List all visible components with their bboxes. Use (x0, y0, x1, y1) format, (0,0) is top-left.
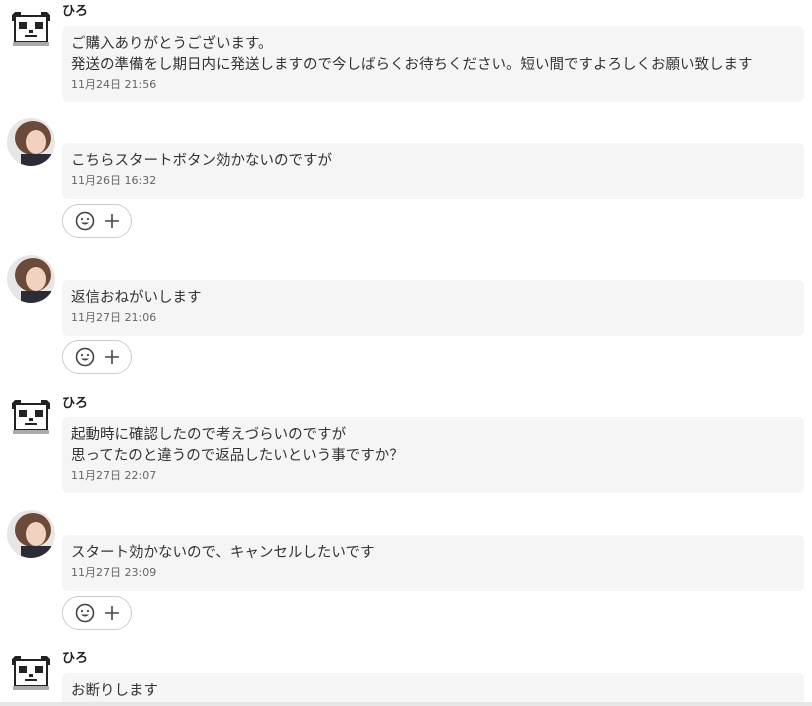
message-bubble: 返信おねがいします 11月27日 21:06 (62, 280, 804, 336)
user-photo-avatar[interactable] (7, 510, 55, 558)
reaction-bar (62, 340, 132, 374)
message-timestamp: 11月27日 21:06 (71, 311, 157, 324)
message-text: スタート効かないので、キャンセルしたいです (71, 545, 375, 561)
smile-icon[interactable] (75, 347, 95, 367)
panda-avatar-icon[interactable] (7, 6, 55, 54)
plus-icon[interactable] (104, 349, 120, 365)
plus-icon[interactable] (104, 213, 120, 229)
sender-name[interactable]: ひろ (62, 651, 88, 667)
message-timestamp: 11月24日 21:56 (71, 78, 157, 91)
message-text: 起動時に確認したので考えづらいのですが 思ってたのと違うので返品したいという事で… (71, 427, 404, 464)
message-text: お断りします (71, 683, 158, 699)
message-text: こちらスタートボタン効かないのですが (71, 153, 332, 169)
panda-avatar-icon[interactable] (7, 394, 55, 442)
reaction-bar (62, 204, 132, 238)
message-bubble: ご購入ありがとうございます。 発送の準備をし期日内に発送しますので今しばらくお待… (62, 26, 804, 102)
sender-name[interactable]: ひろ (62, 4, 88, 20)
plus-icon[interactable] (104, 605, 120, 621)
message-timestamp: 11月27日 22:07 (71, 469, 157, 482)
smile-icon[interactable] (75, 603, 95, 623)
message-bubble: スタート効かないので、キャンセルしたいです 11月27日 23:09 (62, 535, 804, 591)
smile-icon[interactable] (75, 211, 95, 231)
user-photo-avatar[interactable] (7, 118, 55, 166)
message-text: 返信おねがいします (71, 290, 202, 306)
message-bubble: こちらスタートボタン効かないのですが 11月26日 16:32 (62, 143, 804, 199)
message-bubble: 起動時に確認したので考えづらいのですが 思ってたのと違うので返品したいという事で… (62, 417, 804, 493)
sender-name[interactable]: ひろ (62, 396, 88, 412)
message-timestamp: 11月27日 23:09 (71, 566, 157, 579)
user-photo-avatar[interactable] (7, 255, 55, 303)
panda-avatar-icon[interactable] (7, 650, 55, 698)
reaction-bar (62, 596, 132, 630)
scroll-edge-bar (0, 702, 812, 706)
message-timestamp: 11月26日 16:32 (71, 174, 157, 187)
message-text: ご購入ありがとうございます。 発送の準備をし期日内に発送しますので今しばらくお待… (71, 36, 753, 73)
